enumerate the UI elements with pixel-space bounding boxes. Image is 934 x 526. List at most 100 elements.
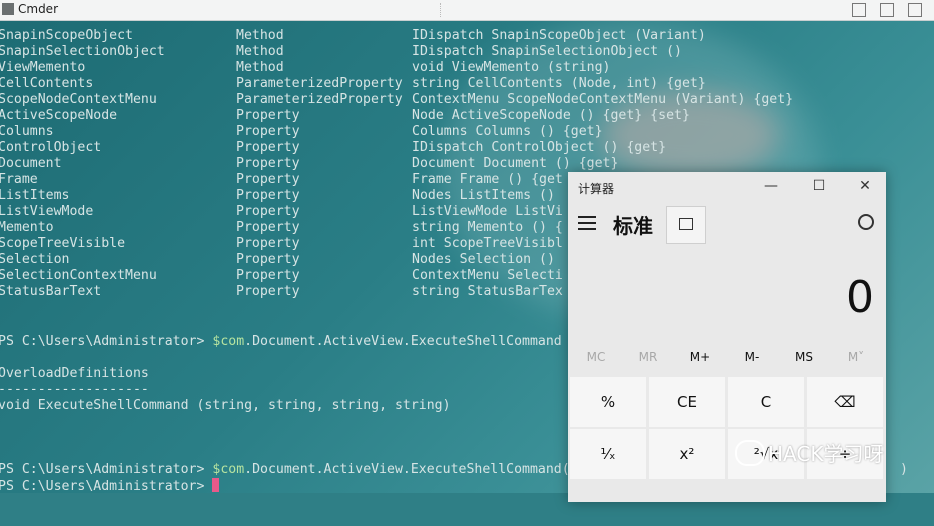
member-name: Columns	[0, 124, 54, 139]
member-type: Method	[236, 28, 284, 43]
member-type: Property	[236, 156, 300, 171]
member-definition: Frame Frame () {get	[412, 172, 563, 187]
member-type: ParameterizedProperty	[236, 76, 403, 91]
member-name: ControlObject	[0, 140, 102, 155]
prompt-line-active[interactable]: PS C:\Users\Administrator>	[0, 478, 220, 494]
member-definition: int ScopeTreeVisibl	[412, 236, 563, 251]
member-definition: Nodes Selection ()	[412, 252, 555, 267]
member-name: Selection	[0, 252, 70, 267]
member-type: Property	[236, 140, 300, 155]
member-definition: ListViewMode ListVi	[412, 204, 563, 219]
keep-on-top-icon	[679, 218, 693, 230]
memory-button[interactable]: MR	[622, 350, 674, 364]
overload-signature-row: void ExecuteShellCommand (string, string…	[0, 398, 451, 414]
calculator-minimize-button[interactable]: —	[758, 178, 784, 194]
history-icon[interactable]	[858, 214, 874, 230]
member-name: SnapinSelectionObject	[0, 44, 165, 59]
member-definition: Node ActiveScopeNode () {get} {set}	[412, 108, 690, 123]
member-name: Memento	[0, 220, 54, 235]
wechat-icon	[735, 440, 765, 466]
member-name: SelectionContextMenu	[0, 268, 157, 283]
member-definition: IDispatch ControlObject () {get}	[412, 140, 667, 155]
member-definition: string CellContents (Node, int) {get}	[412, 76, 706, 91]
member-type: Method	[236, 44, 284, 59]
member-name: SnapinScopeObject	[0, 28, 133, 43]
calculator-key[interactable]: x²	[649, 429, 725, 479]
memory-button[interactable]: MS	[778, 350, 830, 364]
member-definition: string StatusBarTex	[412, 284, 563, 299]
member-name: ScopeTreeVisible	[0, 236, 126, 251]
member-definition: Columns Columns () {get}	[412, 124, 603, 139]
maximize-button[interactable]	[880, 3, 894, 17]
member-type: Property	[236, 108, 300, 123]
calculator-key[interactable]: %	[570, 377, 646, 427]
calculator-close-button[interactable]: ✕	[852, 178, 878, 194]
member-name: Frame	[0, 172, 38, 187]
overload-signature: void ExecuteShellCommand (string, string…	[0, 398, 451, 413]
calculator-display: 0	[846, 272, 874, 323]
variable-text: $com	[212, 462, 245, 477]
member-definition: void ViewMemento (string)	[412, 60, 611, 75]
memory-button[interactable]: M-	[726, 350, 778, 364]
member-definition: IDispatch SnapinScopeObject (Variant)	[412, 28, 706, 43]
text-cursor	[212, 478, 220, 492]
member-type: Property	[236, 252, 300, 267]
command-tail: )	[900, 462, 908, 477]
memory-row: MC MR M+ M- MS M˅	[568, 350, 886, 372]
member-name: ViewMemento	[0, 60, 86, 75]
member-definition: ContextMenu ScopeNodeContextMenu (Varian…	[412, 92, 794, 107]
command-text: .Document.ActiveView.ExecuteShellCommand	[244, 334, 562, 349]
member-type: Property	[236, 124, 300, 139]
member-type: ParameterizedProperty	[236, 92, 403, 107]
window-title: Cmder	[18, 2, 59, 16]
memory-button[interactable]: MC	[570, 350, 622, 364]
member-name: ActiveScopeNode	[0, 108, 118, 123]
close-button[interactable]	[908, 3, 922, 17]
overload-rule: -------------------	[0, 382, 149, 397]
member-definition: IDispatch SnapinSelectionObject ()	[412, 44, 682, 59]
member-type: Property	[236, 188, 300, 203]
memory-button[interactable]: M+	[674, 350, 726, 364]
member-type: Property	[236, 220, 300, 235]
calculator-key[interactable]: ⌫	[807, 377, 883, 427]
member-name: ScopeNodeContextMenu	[0, 92, 157, 107]
calculator-key[interactable]: ¹⁄ₓ	[570, 429, 646, 479]
memory-button[interactable]: M˅	[830, 350, 882, 364]
overload-rule-row: -------------------	[0, 382, 149, 398]
prompt-line: PS C:\Users\Administrator> $com.Document…	[0, 462, 908, 478]
watermark-text: HACK学习呀	[768, 442, 884, 466]
calculator-mode: 标准	[613, 214, 653, 238]
prompt-line: PS C:\Users\Administrator> $com.Document…	[0, 334, 562, 350]
title-bar[interactable]: Cmder	[0, 0, 934, 21]
keep-on-top-button[interactable]	[666, 206, 706, 244]
member-definition: string Memento () {	[412, 220, 563, 235]
prompt-text: PS C:\Users\Administrator>	[0, 462, 213, 477]
member-type: Property	[236, 236, 300, 251]
calculator-key[interactable]: CE	[649, 377, 725, 427]
overload-header-row: OverloadDefinitions	[0, 366, 149, 382]
calculator-key[interactable]: C	[728, 377, 804, 427]
member-type: Property	[236, 284, 300, 299]
calculator-title: 计算器	[578, 182, 615, 196]
member-name: Document	[0, 156, 62, 171]
calculator-maximize-button[interactable]: ☐	[806, 178, 832, 194]
overload-header: OverloadDefinitions	[0, 366, 149, 381]
prompt-text: PS C:\Users\Administrator>	[0, 334, 213, 349]
command-text: .Document.ActiveView.ExecuteShellCommand…	[244, 462, 570, 477]
member-type: Property	[236, 268, 300, 283]
title-bar-overlay	[440, 3, 851, 17]
member-name: ListViewMode	[0, 204, 94, 219]
member-type: Method	[236, 60, 284, 75]
member-name: CellContents	[0, 76, 94, 91]
member-name: ListItems	[0, 188, 70, 203]
member-definition: Nodes ListItems ()	[412, 188, 555, 203]
variable-text: $com	[212, 334, 245, 349]
cmder-icon	[2, 3, 14, 15]
minimize-button[interactable]	[852, 3, 866, 17]
menu-icon[interactable]	[578, 216, 596, 230]
member-type: Property	[236, 172, 300, 187]
member-definition: ContextMenu Selecti	[412, 268, 563, 283]
member-definition: Document Document () {get}	[412, 156, 619, 171]
prompt-text: PS C:\Users\Administrator>	[0, 479, 213, 494]
member-type: Property	[236, 204, 300, 219]
